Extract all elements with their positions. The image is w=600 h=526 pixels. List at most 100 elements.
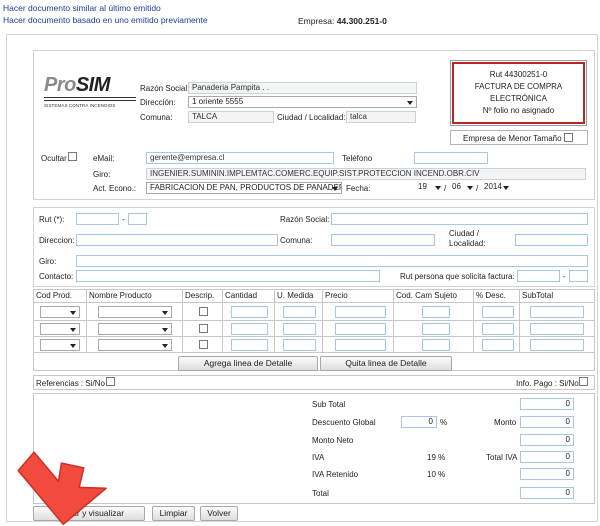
giro-receptor-field[interactable] bbox=[76, 255, 588, 267]
subtotal-field[interactable] bbox=[530, 339, 584, 351]
nombre-producto-select[interactable] bbox=[98, 323, 172, 335]
giro-receptor-label: Giro: bbox=[39, 257, 57, 266]
table-divider bbox=[322, 289, 323, 352]
fecha-separator: / bbox=[444, 184, 447, 193]
telefono-field[interactable] bbox=[414, 152, 488, 164]
cod-cam-sujeto-field[interactable] bbox=[422, 339, 450, 351]
rut-field[interactable] bbox=[76, 213, 119, 225]
direccion-receptor-field[interactable] bbox=[76, 234, 278, 246]
ciudad-field[interactable]: talca bbox=[346, 111, 416, 123]
subtotal-field[interactable] bbox=[530, 306, 584, 318]
volver-button[interactable]: Volver bbox=[200, 506, 238, 521]
cantidad-field[interactable] bbox=[231, 323, 268, 335]
sub-total-value[interactable]: 0 bbox=[520, 398, 574, 410]
info-pago-checkbox[interactable] bbox=[579, 377, 588, 386]
table-divider bbox=[222, 289, 223, 352]
col-header-desc: % Desc. bbox=[476, 291, 506, 300]
comuna-receptor-field[interactable] bbox=[331, 234, 435, 246]
email-field[interactable]: gerente@empresa.cl bbox=[146, 152, 334, 164]
rut-solicita-label: Rut persona que solicita factura: bbox=[400, 272, 515, 281]
precio-field[interactable] bbox=[335, 306, 386, 318]
ocultar-checkbox[interactable] bbox=[68, 152, 77, 161]
comuna-label: Comuna: bbox=[140, 113, 173, 122]
total-value[interactable]: 0 bbox=[520, 487, 574, 499]
chevron-down-icon bbox=[70, 311, 76, 315]
col-header-precio: Precio bbox=[325, 291, 348, 300]
total-iva-value[interactable]: 0 bbox=[520, 451, 574, 463]
iva-rate: 19 % bbox=[427, 453, 446, 462]
empresa-label: Empresa: 44.300.251-0 bbox=[298, 16, 387, 26]
contacto-field[interactable] bbox=[76, 270, 380, 282]
descuento-global-field[interactable]: 0 bbox=[401, 416, 437, 428]
referencias-checkbox[interactable] bbox=[106, 377, 115, 386]
precio-field[interactable] bbox=[335, 339, 386, 351]
fecha-separator: / bbox=[476, 184, 479, 193]
cod-prod-select[interactable] bbox=[40, 323, 80, 335]
add-detail-line-button[interactable]: Agrega linea de Detalle bbox=[178, 356, 318, 371]
rut-solicita-field[interactable] bbox=[517, 270, 560, 282]
monto-neto-value[interactable]: 0 bbox=[520, 434, 574, 446]
giro-label: Giro: bbox=[93, 170, 111, 179]
giro-field[interactable]: INGENIER.SUMININ.IMPLEMTAC.COMERC.EQUIP.… bbox=[146, 168, 586, 180]
monto-neto-label: Monto Neto bbox=[312, 436, 354, 445]
ciudad-receptor-field[interactable] bbox=[515, 234, 588, 246]
total-label: Total bbox=[312, 489, 329, 498]
cod-prod-select[interactable] bbox=[40, 306, 80, 318]
cod-cam-sujeto-field[interactable] bbox=[422, 306, 450, 318]
desc-field[interactable] bbox=[482, 306, 514, 318]
act-econo-select[interactable]: FABRICACION DE PAN, PRODUCTOS DE PANADER… bbox=[146, 182, 342, 194]
razon-social-label: Razón Social: bbox=[140, 84, 190, 93]
desc-field[interactable] bbox=[482, 323, 514, 335]
direccion-select[interactable]: 1 oriente 5555 bbox=[188, 96, 417, 108]
u-medida-field[interactable] bbox=[283, 306, 316, 318]
nombre-producto-select[interactable] bbox=[98, 339, 172, 351]
iva-retenido-value[interactable]: 0 bbox=[520, 468, 574, 480]
rut-solicita-dash: - bbox=[563, 272, 566, 281]
cantidad-field[interactable] bbox=[231, 306, 268, 318]
col-header-descrip: Descrip. bbox=[185, 291, 215, 300]
desc-field[interactable] bbox=[482, 339, 514, 351]
fecha-anio-select[interactable]: 2014 bbox=[480, 182, 512, 194]
link-based-document[interactable]: Hacer documento basado en uno emitido pr… bbox=[3, 15, 208, 25]
descrip-checkbox[interactable] bbox=[199, 340, 208, 349]
chevron-down-icon bbox=[70, 328, 76, 332]
link-similar-document[interactable]: Hacer documento similar al último emitid… bbox=[3, 3, 161, 13]
comuna-field[interactable]: TALCA bbox=[188, 111, 274, 123]
col-header-cantidad: Cantidad bbox=[225, 291, 258, 300]
subtotal-field[interactable] bbox=[530, 323, 584, 335]
rut-dv-field[interactable] bbox=[128, 213, 147, 225]
precio-field[interactable] bbox=[335, 323, 386, 335]
fecha-mes-select[interactable]: 06 bbox=[448, 182, 476, 194]
info-pago-label: Info. Pago : Si/No bbox=[516, 379, 579, 388]
col-header-subtotal: SubTotal bbox=[522, 291, 554, 300]
contacto-label: Contacto: bbox=[39, 272, 74, 281]
iva-retenido-rate: 10 % bbox=[427, 470, 446, 479]
table-divider bbox=[33, 320, 595, 321]
comuna-receptor-label: Comuna: bbox=[280, 236, 313, 245]
cod-cam-sujeto-field[interactable] bbox=[422, 323, 450, 335]
nombre-producto-select[interactable] bbox=[98, 306, 172, 318]
razon-social-field[interactable]: Panaderia Pampita . . bbox=[188, 82, 417, 94]
monto-value[interactable]: 0 bbox=[520, 416, 574, 428]
empresa-menor-checkbox[interactable] bbox=[564, 133, 573, 142]
table-divider bbox=[33, 336, 595, 337]
u-medida-field[interactable] bbox=[283, 323, 316, 335]
ciudad-receptor-label: Ciudad / Localidad: bbox=[449, 229, 486, 248]
rut-solicita-dv-field[interactable] bbox=[569, 270, 588, 282]
razon-social-receptor-field[interactable] bbox=[331, 213, 588, 225]
remove-detail-line-button[interactable]: Quita linea de Detalle bbox=[320, 356, 452, 371]
doc-type-line1: FACTURA DE COMPRA bbox=[474, 82, 563, 91]
limpiar-button[interactable]: Limpiar bbox=[152, 506, 195, 521]
descrip-checkbox[interactable] bbox=[199, 324, 208, 333]
cod-prod-select[interactable] bbox=[40, 339, 80, 351]
iva-label: IVA bbox=[312, 453, 325, 462]
cantidad-field[interactable] bbox=[231, 339, 268, 351]
fecha-dia-select[interactable]: 19 bbox=[414, 182, 444, 194]
descuento-pct-label: % bbox=[440, 418, 448, 427]
table-divider bbox=[86, 289, 87, 352]
direccion-receptor-label: Direccion: bbox=[39, 236, 75, 245]
descrip-checkbox[interactable] bbox=[199, 307, 208, 316]
empresa-value: 44.300.251-0 bbox=[336, 16, 387, 26]
table-divider bbox=[33, 302, 595, 303]
u-medida-field[interactable] bbox=[283, 339, 316, 351]
